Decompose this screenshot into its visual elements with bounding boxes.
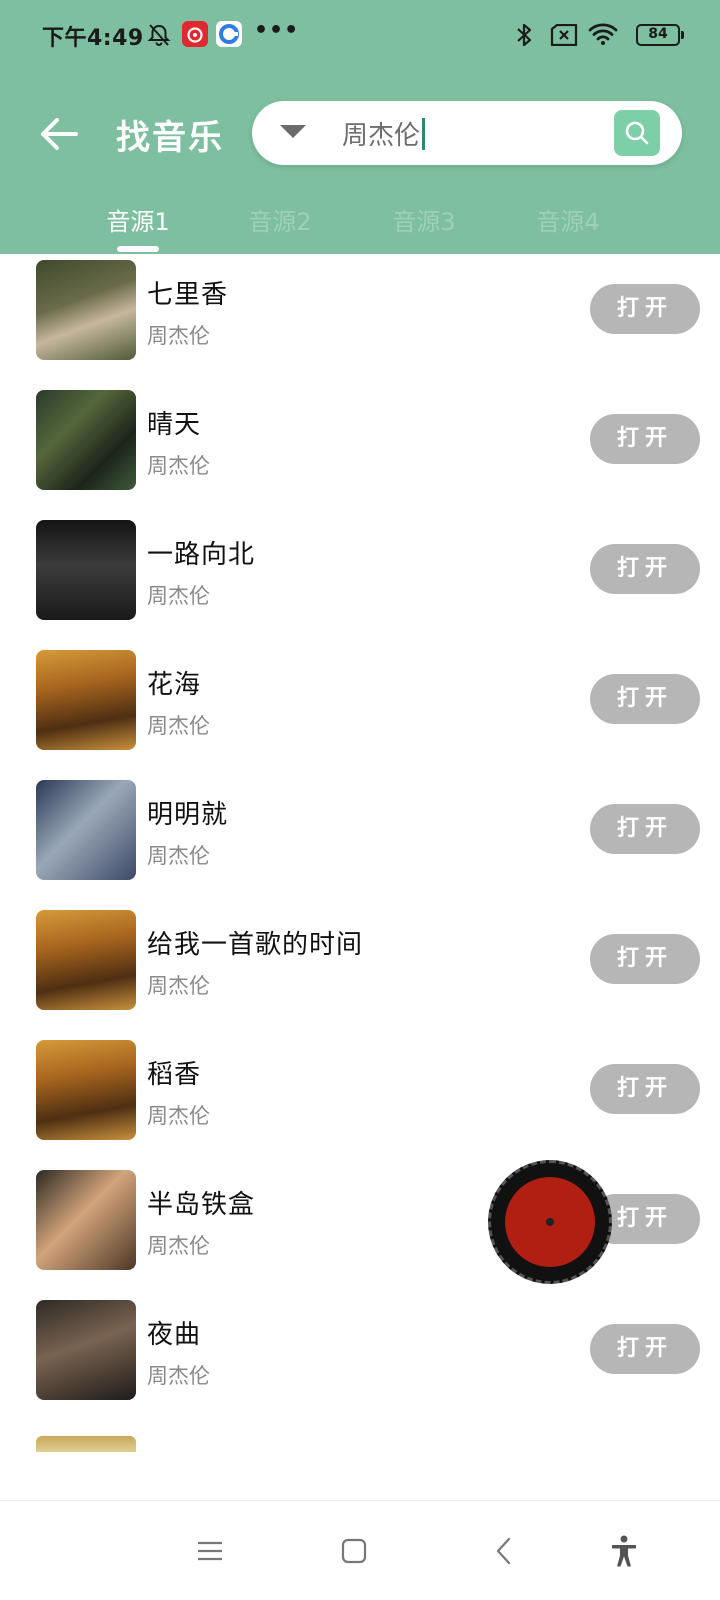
no-sim-icon [550, 24, 578, 46]
song-row[interactable]: 一路向北 周杰伦 打开 [0, 514, 720, 642]
open-button[interactable]: 打开 [590, 1324, 700, 1374]
album-cover [36, 910, 136, 1010]
album-cover-partial [36, 1436, 136, 1452]
song-title: 给我一首歌的时间 [147, 930, 364, 960]
search-icon [625, 121, 649, 145]
search-box[interactable]: 周杰伦 [252, 101, 682, 165]
active-tab-indicator [117, 246, 159, 252]
tab-source-4[interactable]: 音源4 [508, 202, 628, 237]
song-artist: 周杰伦 [147, 1364, 210, 1388]
disc-center [546, 1218, 554, 1226]
open-button[interactable]: 打开 [590, 414, 700, 464]
back-arrow-icon[interactable] [38, 112, 82, 156]
app-notification-icon [216, 21, 242, 47]
album-cover [36, 260, 136, 360]
open-button[interactable]: 打开 [590, 544, 700, 594]
open-button[interactable]: 打开 [590, 674, 700, 724]
album-cover [36, 1040, 136, 1140]
song-row[interactable]: 稻香 周杰伦 打开 [0, 1034, 720, 1162]
song-row[interactable]: 七里香 周杰伦 打开 [0, 254, 720, 382]
search-input-value: 周杰伦 [342, 121, 421, 151]
song-artist: 周杰伦 [147, 1234, 210, 1258]
vinyl-disc-icon [505, 1177, 595, 1267]
album-cover [36, 390, 136, 490]
song-title: 明明就 [147, 800, 229, 830]
song-artist: 周杰伦 [147, 974, 210, 998]
page-title: 找音乐 [116, 118, 224, 158]
album-cover [36, 1170, 136, 1270]
source-tabs: 音源1 音源2 音源3 音源4 [0, 196, 720, 254]
song-row[interactable]: 晴天 周杰伦 打开 [0, 384, 720, 512]
wifi-icon [588, 23, 618, 45]
song-title: 稻香 [147, 1060, 202, 1090]
accessibility-icon[interactable] [604, 1531, 644, 1571]
song-title: 一路向北 [147, 540, 256, 570]
battery-icon: 84 [636, 24, 684, 46]
album-cover [36, 780, 136, 880]
album-cover [36, 1300, 136, 1400]
song-artist: 周杰伦 [147, 584, 210, 608]
song-artist: 周杰伦 [147, 324, 210, 348]
header: 下午4:49 ••• 84 找音乐 周杰伦 音源1 音源2 音源3 音源4 [0, 0, 720, 254]
song-row[interactable]: 夜曲 周杰伦 打开 [0, 1294, 720, 1422]
song-title: 七里香 [147, 280, 229, 310]
netease-music-app-icon [182, 21, 208, 47]
song-row[interactable]: 半岛铁盒 周杰伦 打开 [0, 1164, 720, 1292]
song-row[interactable]: 给我一首歌的时间 周杰伦 打开 [0, 904, 720, 1032]
song-title: 夜曲 [147, 1320, 202, 1350]
song-title: 半岛铁盒 [147, 1190, 256, 1220]
album-cover [36, 520, 136, 620]
menu-icon[interactable] [190, 1531, 230, 1571]
mute-bell-icon [147, 24, 171, 46]
song-row[interactable]: 花海 周杰伦 打开 [0, 644, 720, 772]
song-artist: 周杰伦 [147, 844, 210, 868]
floating-disc-player-button[interactable] [488, 1160, 612, 1284]
back-nav-icon[interactable] [484, 1531, 524, 1571]
tab-source-2[interactable]: 音源2 [220, 202, 340, 237]
song-title: 花海 [147, 670, 202, 700]
search-button[interactable] [614, 110, 660, 156]
more-notifications-icon: ••• [254, 18, 300, 43]
status-time: 下午4:49 [42, 26, 144, 51]
song-artist: 周杰伦 [147, 1104, 210, 1128]
source-dropdown-arrow-icon[interactable] [280, 125, 306, 138]
song-artist: 周杰伦 [147, 714, 210, 738]
open-button[interactable]: 打开 [590, 284, 700, 334]
text-cursor [422, 118, 426, 150]
album-cover [36, 650, 136, 750]
tab-source-3[interactable]: 音源3 [364, 202, 484, 237]
home-icon[interactable] [334, 1531, 374, 1571]
song-list[interactable]: 七里香 周杰伦 打开 晴天 周杰伦 打开 一路向北 周杰伦 打开 花海 周杰伦 … [0, 254, 720, 1450]
song-artist: 周杰伦 [147, 454, 210, 478]
song-row[interactable]: 明明就 周杰伦 打开 [0, 774, 720, 902]
song-title: 晴天 [147, 410, 202, 440]
system-navigation-bar [0, 1500, 720, 1600]
open-button[interactable]: 打开 [590, 934, 700, 984]
search-input[interactable]: 周杰伦 [342, 115, 426, 152]
bluetooth-icon [517, 23, 532, 47]
status-bar: 下午4:49 ••• 84 [0, 0, 720, 70]
open-button[interactable]: 打开 [590, 1064, 700, 1114]
open-button[interactable]: 打开 [590, 804, 700, 854]
tab-source-1[interactable]: 音源1 [78, 202, 198, 237]
